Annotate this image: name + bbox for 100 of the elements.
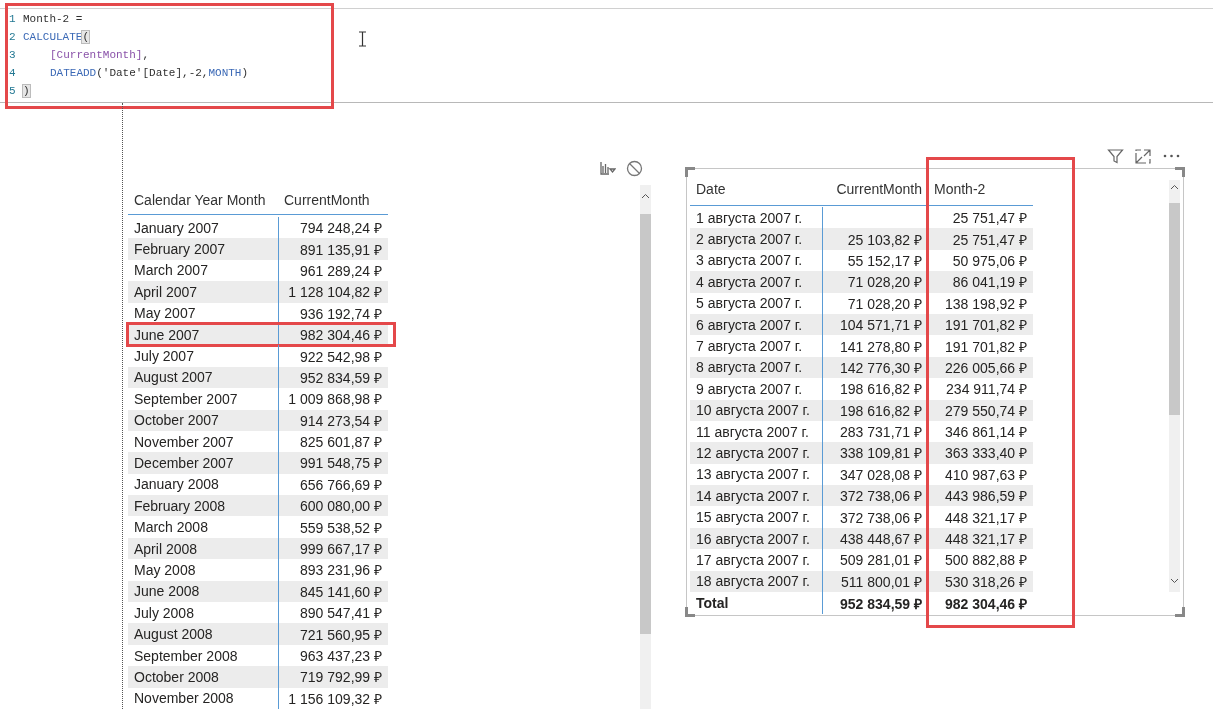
table-cell-text: November 2008	[133, 689, 235, 709]
table-cell-text: 50 975,06 ₽	[951, 251, 1028, 271]
filter-icon[interactable]	[1107, 148, 1124, 165]
code-line: DATEADD('Date'[Date],-2,MONTH)	[49, 67, 249, 79]
table-cell-text: September 2008	[133, 646, 239, 666]
table-cell-text: 234 911,74 ₽	[945, 380, 1028, 400]
table-cell-text: 9 августа 2007 г.	[695, 379, 804, 399]
scroll-up-icon[interactable]	[641, 193, 650, 199]
table-cell-text: 443 986,59 ₽	[944, 487, 1028, 507]
column-header[interactable]: Calendar Year Month	[128, 191, 278, 208]
total-cell-text: Total	[695, 594, 730, 614]
table-cell-text: 17 августа 2007 г.	[695, 550, 811, 570]
table-cell: 893 231,96 ₽	[278, 559, 388, 581]
chart-filter-icon[interactable]	[599, 160, 616, 176]
table-cell-text: July 2007	[133, 347, 195, 367]
table-cell-text: 279 550,74 ₽	[944, 401, 1028, 421]
table-cell: 600 080,00 ₽	[278, 495, 388, 517]
table-cell-text: 410 987,63 ₽	[944, 465, 1028, 485]
table-cell-text: 2 августа 2007 г.	[695, 230, 804, 250]
table-cell-text: 4 августа 2007 г.	[695, 272, 804, 292]
text-cursor-icon	[358, 31, 367, 47]
table-cell: 845 141,60 ₽	[278, 580, 388, 603]
table-cell-text: June 2007	[133, 325, 201, 345]
table-cell-text: December 2007	[133, 454, 235, 473]
table-cell: 25 103,82 ₽	[822, 228, 928, 250]
table-cell: 372 738,06 ₽	[822, 506, 928, 528]
table-cell: 914 273,54 ₽	[278, 409, 388, 431]
table-cell-text: 18 августа 2007 г.	[695, 572, 811, 592]
table-cell: 952 834,59 ₽	[278, 366, 388, 389]
table-cell: 999 667,17 ₽	[278, 537, 388, 560]
table-cell: 338 109,81 ₽	[822, 442, 928, 464]
table-cell-text: April 2007	[133, 282, 199, 302]
total-cell-text: 982 304,46 ₽	[944, 594, 1028, 614]
block-icon[interactable]	[626, 160, 643, 177]
scrollbar[interactable]	[640, 185, 651, 709]
column-header[interactable]: CurrentMonth	[822, 180, 928, 197]
scroll-up-icon[interactable]	[1170, 184, 1179, 190]
table-cell: 1 156 109,32 ₽	[278, 687, 388, 709]
code-line: Month-2 =	[23, 13, 83, 25]
more-options-icon[interactable]	[1163, 154, 1180, 158]
table-cell: 891 135,91 ₽	[278, 238, 388, 260]
table-cell-text: 14 августа 2007 г.	[695, 486, 811, 506]
table-cell: 71 028,20 ₽	[822, 271, 928, 293]
column-header[interactable]: CurrentMonth	[278, 191, 388, 208]
table-cell-text: 86 041,19 ₽	[951, 273, 1028, 293]
table-cell-text: 1 августа 2007 г.	[695, 208, 804, 228]
scrollbar[interactable]	[1169, 180, 1180, 592]
table-cell: 719 792,99 ₽	[278, 666, 388, 688]
table-cell-text: 363 333,40 ₽	[944, 444, 1028, 464]
table-cell-text: October 2007	[133, 411, 220, 431]
table-cell: 1 009 868,98 ₽	[278, 388, 388, 410]
table-cell: 936 192,74 ₽	[278, 302, 388, 324]
table-cell: 982 304,46 ₽	[278, 323, 388, 346]
focus-mode-icon[interactable]	[1135, 149, 1151, 164]
table-cell-text: 5 августа 2007 г.	[695, 294, 804, 314]
resize-handle[interactable]	[1175, 607, 1185, 617]
table-cell-text: July 2008	[133, 603, 195, 623]
table-cell-text: 226 005,66 ₽	[944, 358, 1028, 378]
resize-handle[interactable]	[1175, 167, 1185, 177]
table-cell-text: June 2008	[133, 582, 201, 602]
table-cell-text: August 2008	[133, 625, 214, 645]
table-cell-text: 10 августа 2007 г.	[695, 401, 811, 421]
table-cell-text: 346 861,14 ₽	[944, 423, 1028, 443]
column-header[interactable]: Date	[690, 180, 822, 197]
table-cell-text: 12 августа 2007 г.	[695, 444, 811, 463]
table-cell-text: 191 701,82 ₽	[944, 316, 1028, 336]
resize-handle[interactable]	[685, 607, 695, 617]
table-cell: 509 281,01 ₽	[822, 549, 928, 571]
table-cell: 922 542,98 ₽	[278, 345, 388, 367]
table-cell-text: 25 751,47 ₽	[951, 209, 1028, 229]
table-cell: 71 028,20 ₽	[822, 292, 928, 314]
resize-handle[interactable]	[685, 167, 695, 177]
table-cell-text: 448 321,17 ₽	[944, 530, 1028, 550]
table-cell-text: February 2008	[133, 496, 227, 516]
table-cell-text: 11 августа 2007 г.	[695, 422, 810, 442]
table-cell-text: January 2008	[133, 475, 220, 495]
line-number: 2	[8, 31, 17, 43]
table-cell: 372 738,06 ₽	[822, 485, 928, 507]
table-cell-text: 8 августа 2007 г.	[695, 358, 804, 378]
table-cell: 438 448,67 ₽	[822, 527, 928, 550]
scroll-down-icon[interactable]	[1170, 578, 1179, 584]
table-cell-text: 25 751,47 ₽	[951, 230, 1028, 250]
table-cell-text: 13 августа 2007 г.	[695, 465, 811, 485]
table-cell-text: May 2008	[133, 560, 197, 580]
line-number: 3	[8, 49, 17, 61]
table-cell: 198 616,82 ₽	[822, 399, 928, 421]
table-cell-text: May 2007	[133, 304, 197, 324]
line-number: 5	[8, 85, 17, 97]
table-cell-text: 530 318,26 ₽	[944, 572, 1028, 592]
table-cell-text: 7 августа 2007 г.	[695, 337, 804, 357]
table-cell-text: March 2007	[133, 261, 209, 281]
table-cell-text: 16 августа 2007 г.	[695, 529, 811, 549]
table-cell-text: August 2007	[133, 368, 214, 388]
table-cell-text: April 2008	[133, 539, 199, 559]
table-cell-text: 138 198,92 ₽	[944, 294, 1028, 314]
table-cell: 198 616,82 ₽	[822, 378, 928, 400]
table-cell-text: 3 августа 2007 г.	[695, 251, 804, 271]
column-header[interactable]: Month-2	[928, 180, 1033, 197]
table-cell: 104 571,71 ₽	[822, 313, 928, 336]
table-cell-text: March 2008	[133, 518, 209, 538]
